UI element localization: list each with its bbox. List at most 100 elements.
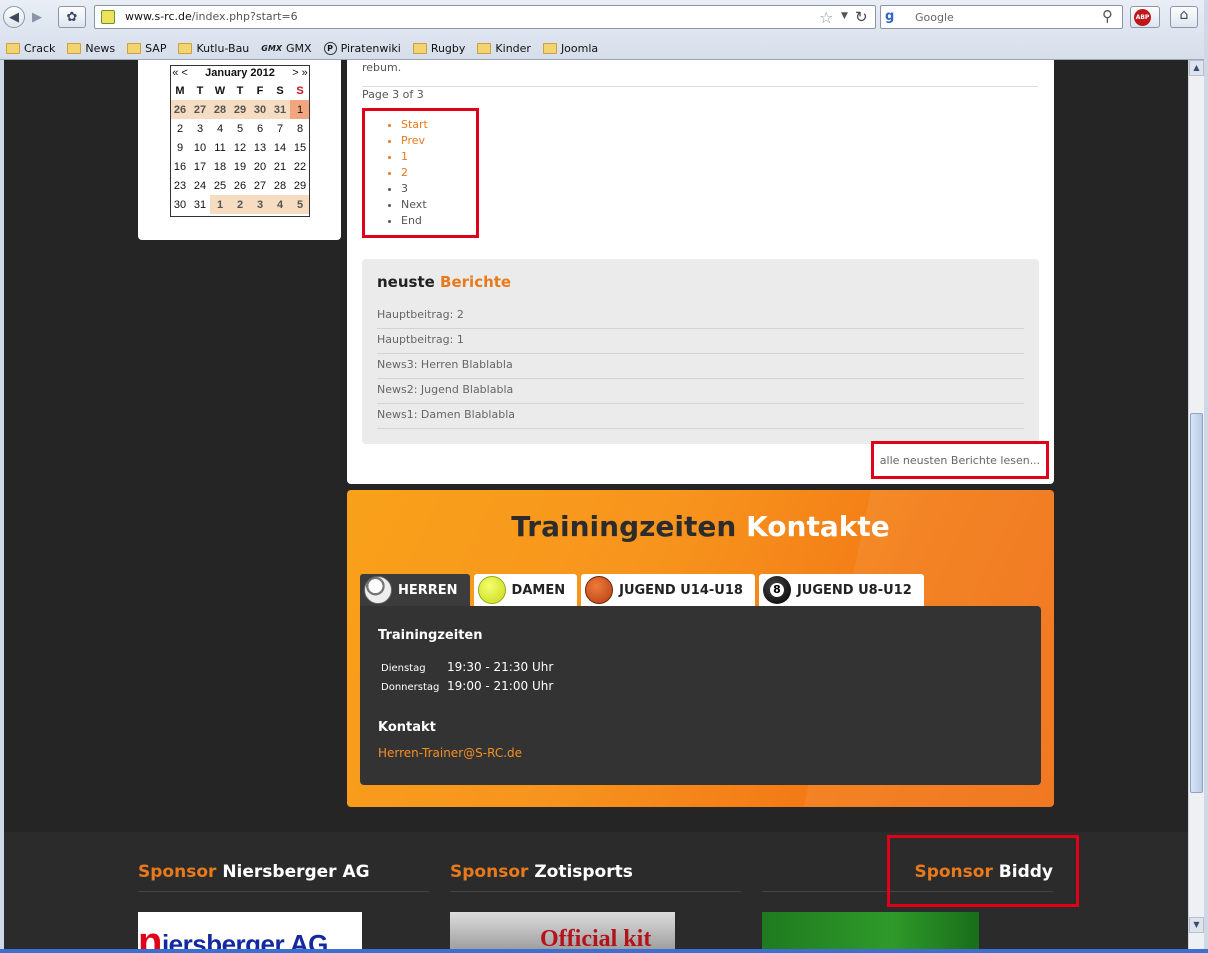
- calendar-day[interactable]: 5: [230, 119, 250, 138]
- news-item[interactable]: News3: Herren Blablabla: [377, 354, 1024, 379]
- calendar-day[interactable]: 30: [170, 195, 190, 214]
- search-bar[interactable]: g Google ⚲: [880, 5, 1123, 29]
- pagination-page-1-link[interactable]: 1: [401, 149, 428, 165]
- site-favicon-icon: [101, 10, 115, 24]
- tab-herren[interactable]: HERREN: [360, 574, 470, 606]
- home-button[interactable]: ⌂: [1170, 6, 1198, 28]
- news-item[interactable]: Hauptbeitrag: 2: [377, 304, 1024, 329]
- news-item[interactable]: News2: Jugend Blablabla: [377, 379, 1024, 404]
- scroll-down-arrow-icon[interactable]: ▼: [1189, 917, 1204, 933]
- calendar-prev-nav[interactable]: « <: [170, 65, 190, 81]
- tab-jugend-u14-u18[interactable]: JUGEND U14-U18: [581, 574, 755, 606]
- bookmark-crack[interactable]: Crack: [6, 42, 55, 55]
- tools-button[interactable]: ✿: [58, 6, 86, 28]
- calendar-day[interactable]: 28: [210, 100, 230, 119]
- calendar-day[interactable]: 9: [170, 138, 190, 157]
- calendar-day[interactable]: 2: [170, 119, 190, 138]
- bookmark-star-icon[interactable]: ☆: [819, 8, 833, 27]
- calendar-day[interactable]: 29: [290, 176, 310, 195]
- calendar-day[interactable]: 12: [230, 138, 250, 157]
- news-item[interactable]: Hauptbeitrag: 1: [377, 329, 1024, 354]
- calendar-day[interactable]: 6: [250, 119, 270, 138]
- pagination-prev-link[interactable]: Prev: [401, 133, 428, 149]
- scrollbar-thumb[interactable]: [1190, 413, 1203, 793]
- calendar-next-nav[interactable]: > »: [290, 65, 310, 81]
- read-all-news-link[interactable]: alle neusten Berichte lesen...: [871, 441, 1049, 479]
- training-time: 19:00 - 21:00 Uhr: [447, 679, 554, 693]
- bookmark-rugby[interactable]: Rugby: [412, 42, 465, 55]
- calendar-table: « < January 2012 > » M T W T F S S 26 27…: [170, 65, 310, 214]
- latest-news-box: neuste Berichte Hauptbeitrag: 2 Hauptbei…: [362, 259, 1039, 444]
- zotisports-logo[interactable]: Official kit: [450, 912, 675, 953]
- pagination-page-2-link[interactable]: 2: [401, 165, 428, 181]
- calendar-day[interactable]: 10: [190, 138, 210, 157]
- back-button[interactable]: ◀: [3, 6, 25, 28]
- dropdown-arrow-icon[interactable]: ▼: [841, 11, 848, 21]
- bookmark-gmx[interactable]: GMX GMX: [261, 42, 311, 55]
- calendar-day[interactable]: 22: [290, 157, 310, 176]
- calendar-day[interactable]: 14: [270, 138, 290, 157]
- scroll-up-arrow-icon[interactable]: ▲: [1189, 60, 1204, 76]
- tools-icon: ✿: [66, 9, 78, 25]
- forward-button[interactable]: ▶: [27, 6, 47, 28]
- news-item[interactable]: News1: Damen Blablabla: [377, 404, 1024, 429]
- calendar-day[interactable]: 15: [290, 138, 310, 157]
- calendar-day[interactable]: 4: [210, 119, 230, 138]
- bookmark-kinder[interactable]: Kinder: [477, 42, 531, 55]
- folder-icon: [127, 42, 142, 54]
- calendar-day[interactable]: 2: [230, 195, 250, 214]
- calendar-day[interactable]: 7: [270, 119, 290, 138]
- calendar-day-today[interactable]: 1: [290, 100, 310, 119]
- calendar-day[interactable]: 13: [250, 138, 270, 157]
- adblock-button[interactable]: ABP: [1130, 6, 1160, 28]
- calendar-day[interactable]: 24: [190, 176, 210, 195]
- calendar-day[interactable]: 30: [250, 100, 270, 119]
- calendar-day[interactable]: 3: [250, 195, 270, 214]
- calendar-day[interactable]: 16: [170, 157, 190, 176]
- biddy-logo[interactable]: [762, 912, 979, 953]
- calendar-day[interactable]: 8: [290, 119, 310, 138]
- calendar-day[interactable]: 17: [190, 157, 210, 176]
- calendar-day[interactable]: 11: [210, 138, 230, 157]
- calendar-day[interactable]: 1: [210, 195, 230, 214]
- tab-label: DAMEN: [511, 582, 566, 598]
- address-bar[interactable]: www.s-rc.de/index.php?start=6 ☆ ▼ ↻: [94, 5, 876, 29]
- pagination-start-link[interactable]: Start: [401, 117, 428, 133]
- folder-icon: [477, 42, 492, 54]
- vertical-scrollbar[interactable]: ▲ ▼: [1188, 60, 1204, 953]
- bookmark-joomla[interactable]: Joomla: [542, 42, 598, 55]
- bookmark-piratenwiki[interactable]: P Piratenwiki: [323, 41, 401, 55]
- google-icon[interactable]: g: [885, 9, 901, 25]
- sponsor-name: Zotisports: [534, 862, 633, 882]
- niersberger-logo[interactable]: niersberger AG: [138, 912, 362, 953]
- pagination: Start Prev 1 2 3 Next End: [362, 108, 479, 238]
- url-host: www.s-rc.de: [125, 10, 192, 23]
- calendar-day[interactable]: 23: [170, 176, 190, 195]
- calendar-day[interactable]: 29: [230, 100, 250, 119]
- bookmark-kutlu-bau[interactable]: Kutlu-Bau: [178, 42, 249, 55]
- calendar-day[interactable]: 5: [290, 195, 310, 214]
- tab-damen[interactable]: DAMEN: [473, 574, 578, 606]
- calendar-day[interactable]: 26: [170, 100, 190, 119]
- calendar-day[interactable]: 27: [250, 176, 270, 195]
- contact-email-link[interactable]: Herren-Trainer@S-RC.de: [378, 746, 522, 760]
- calendar-day[interactable]: 20: [250, 157, 270, 176]
- bookmark-sap[interactable]: SAP: [127, 42, 166, 55]
- calendar-day[interactable]: 19: [230, 157, 250, 176]
- reload-icon[interactable]: ↻: [855, 8, 868, 26]
- calendar-day[interactable]: 27: [190, 100, 210, 119]
- bookmark-news[interactable]: News: [67, 42, 115, 55]
- calendar-day[interactable]: 3: [190, 119, 210, 138]
- calendar-day[interactable]: 31: [190, 195, 210, 214]
- tab-label: HERREN: [398, 582, 458, 598]
- calendar-day[interactable]: 31: [270, 100, 290, 119]
- calendar-day[interactable]: 26: [230, 176, 250, 195]
- calendar-day[interactable]: 28: [270, 176, 290, 195]
- search-icon[interactable]: ⚲: [1102, 7, 1113, 25]
- tab-jugend-u8-u12[interactable]: 8 JUGEND U8-U12: [758, 574, 924, 606]
- calendar-day[interactable]: 18: [210, 157, 230, 176]
- calendar-day[interactable]: 4: [270, 195, 290, 214]
- news-list: Hauptbeitrag: 2 Hauptbeitrag: 1 News3: H…: [377, 304, 1024, 429]
- calendar-day[interactable]: 25: [210, 176, 230, 195]
- calendar-day[interactable]: 21: [270, 157, 290, 176]
